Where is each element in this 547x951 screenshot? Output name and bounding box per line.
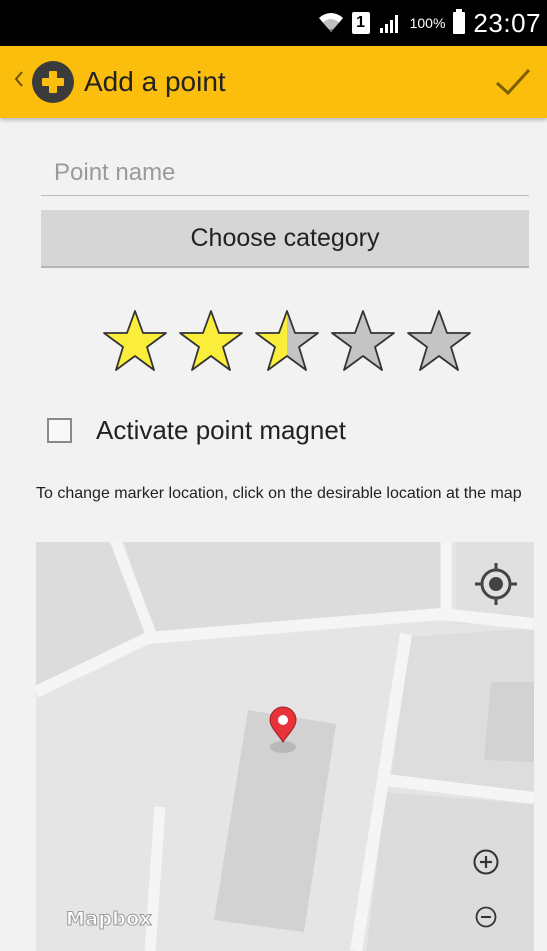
map-hint-text: To change marker location, click on the … — [36, 485, 522, 502]
zoom-in-button[interactable] — [468, 844, 504, 880]
sim-icon: 1 — [351, 12, 370, 34]
star-icon[interactable] — [102, 308, 168, 374]
confirm-button[interactable] — [491, 60, 535, 104]
page-title: Add a point — [84, 66, 226, 97]
map-view[interactable]: Mapbox — [36, 542, 534, 951]
star-icon[interactable] — [330, 308, 396, 374]
map-attribution[interactable]: Mapbox — [65, 908, 152, 931]
battery-icon — [453, 9, 466, 34]
zoom-out-icon — [475, 906, 497, 928]
star-icon[interactable] — [254, 308, 320, 374]
chevron-left-icon[interactable] — [14, 69, 24, 95]
zoom-in-icon — [473, 849, 499, 875]
choose-category-button[interactable]: Choose category — [41, 210, 529, 268]
magnet-option[interactable]: Activate point magnet — [47, 410, 346, 450]
point-name-input[interactable] — [41, 150, 529, 196]
zoom-out-button[interactable] — [468, 899, 504, 935]
magnet-label: Activate point magnet — [96, 414, 347, 445]
wifi-icon — [318, 12, 344, 34]
star-icon[interactable] — [178, 308, 244, 374]
locate-button[interactable] — [474, 562, 518, 606]
star-icon[interactable] — [406, 308, 472, 374]
plus-circle-icon[interactable] — [32, 61, 74, 103]
battery-percent: 100% — [409, 15, 446, 31]
crosshair-icon — [475, 563, 517, 605]
action-bar: Add a point — [0, 46, 547, 118]
clock: 23:07 — [473, 7, 541, 38]
signal-icon — [378, 12, 402, 34]
star-rating[interactable] — [102, 308, 472, 378]
status-bar: 1 100% 23:07 — [0, 0, 547, 46]
map-pin-icon[interactable] — [268, 706, 298, 754]
checkmark-icon — [495, 68, 531, 96]
magnet-checkbox[interactable] — [47, 417, 72, 443]
